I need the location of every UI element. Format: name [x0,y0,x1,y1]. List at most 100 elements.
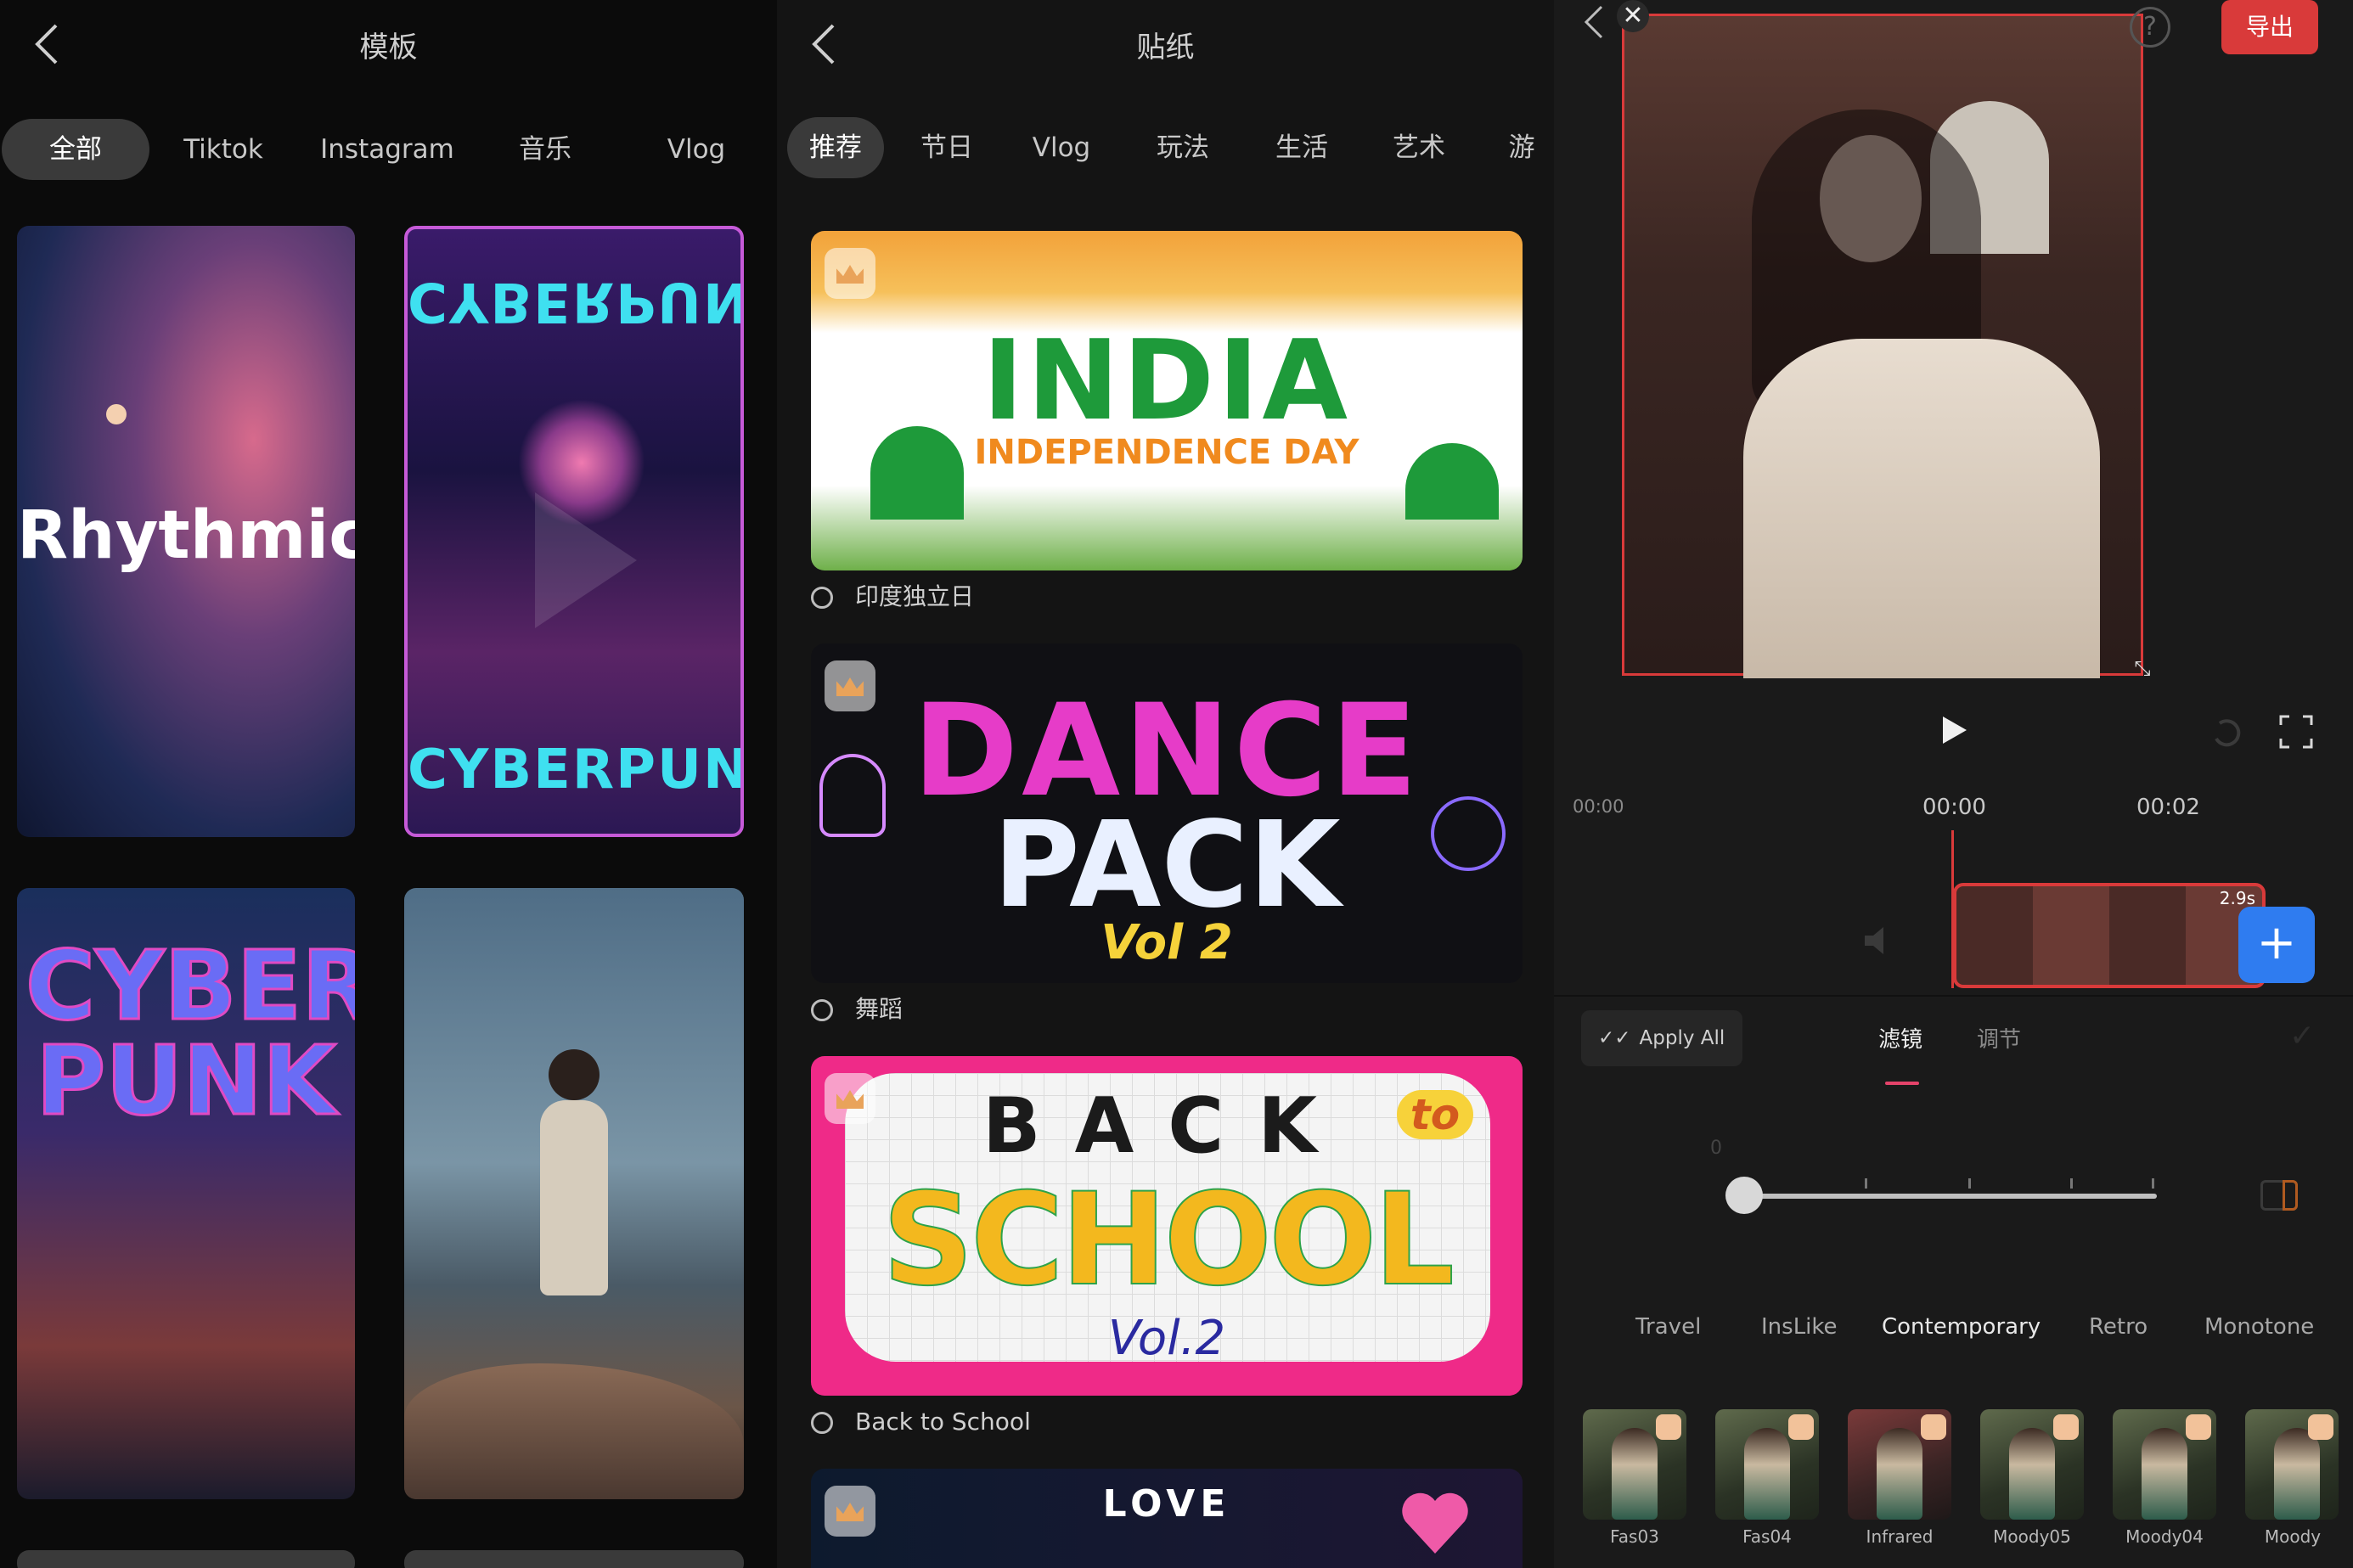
tab-indicator [1885,1082,1919,1085]
sticker-pack-back-to-school[interactable]: BACK to SCHOOL Vol.2 [811,1056,1523,1396]
tab-filters[interactable]: 滤镜 [1878,1022,1922,1054]
template-card-beach[interactable] [404,888,744,1499]
sticker-caption: 舞蹈 [811,988,903,1031]
template-card-rhythmic[interactable]: Rhythmic [17,226,355,837]
sticker-pack-india[interactable]: INDIA INDEPENDENCE DAY [811,231,1523,570]
template-card-title: CYBER PUNK [25,931,356,1137]
sticker-tabs: 推荐 节日 Vlog 玩法 生活 艺术 游 [777,117,1554,178]
filter-label: Fas03 [1610,1526,1659,1547]
compare-icon[interactable] [2260,1180,2298,1211]
back-arrow-icon[interactable] [1581,3,1607,41]
stickers-panel: 贴纸 推荐 节日 Vlog 玩法 生活 艺术 游 INDIA INDEPENDE… [777,0,1554,1568]
person-head [549,1049,600,1100]
tab-games[interactable]: 游 [1500,117,1543,178]
double-check-icon: ✓✓ [1598,1027,1631,1049]
divider [1554,995,2353,997]
sticker-art-subtitle: SCHOOL [881,1166,1455,1315]
tab-art[interactable]: 艺术 [1385,117,1453,178]
sticker-pack-love[interactable]: LOVE [811,1469,1523,1568]
tab-all[interactable]: 全部 [2,119,149,180]
thumb-figure [1612,1428,1658,1520]
filter-thumb-infrared[interactable] [1848,1409,1951,1520]
resize-handle-icon[interactable]: ⤡ [2130,655,2155,681]
play-triangle-icon [535,492,637,628]
video-clip[interactable]: 2.9s [1953,883,2266,988]
rocks [404,1363,744,1499]
filter-thumb-fas04[interactable] [1715,1409,1819,1520]
page-title: 贴纸 [1136,31,1195,65]
template-card-next[interactable] [404,1550,744,1568]
filter-thumb-moody05[interactable] [1980,1409,2084,1520]
video-preview[interactable] [1622,14,2143,678]
tab-gameplay[interactable]: 玩法 [1149,117,1217,178]
tab-instagram[interactable]: Instagram [311,119,464,180]
sticker-art-subtitle: PACK [993,796,1341,935]
editor-panel: ✕ ⤡ ? 导出 00:00 00:00 00:02 2.9s + ✓✓ Appl… [1554,0,2353,1568]
sticker-smile-icon [811,587,833,609]
person-body [540,1100,608,1295]
filter-label: Fas04 [1742,1526,1792,1547]
person-dress [1743,339,2100,678]
filter-thumb-moody[interactable] [2245,1409,2339,1520]
undo-icon[interactable] [2208,713,2245,750]
template-card-next[interactable] [17,1550,355,1568]
sticker-art-volume: Vol.2 [1107,1311,1226,1366]
premium-crown-icon [2186,1414,2211,1440]
tab-holidays[interactable]: 节日 [913,117,981,178]
neon-flower-shape [1431,796,1506,871]
heart-icon [1397,1486,1473,1562]
tab-life[interactable]: 生活 [1268,117,1336,178]
filter-label: Infrared [1866,1526,1934,1547]
tab-vlog[interactable]: Vlog [1023,117,1100,178]
filter-category-inslike[interactable]: InsLike [1761,1314,1838,1340]
template-card-cyberpunk[interactable]: CYBERPUNK CYBERPUNK [404,226,744,837]
tab-adjust[interactable]: 调节 [1977,1022,2021,1054]
template-card-cyber-punk[interactable]: CYBER PUNK [17,888,355,1499]
premium-crown-icon [1788,1414,1814,1440]
dome-shape [870,426,964,520]
thumb-figure [2009,1428,2055,1520]
play-icon[interactable] [1936,713,1970,747]
thumb-figure [2142,1428,2187,1520]
thumb-figure [1744,1428,1790,1520]
tab-tiktok[interactable]: Tiktok [166,119,280,180]
premium-crown-icon [1656,1414,1681,1440]
clip-duration: 2.9s [2219,888,2255,908]
filter-category-monotone[interactable]: Monotone [2204,1314,2314,1340]
sticker-pack-dance[interactable]: DANCE PACK Vol 2 [811,643,1523,983]
compare-icon-half [2283,1180,2298,1211]
intensity-slider-thumb[interactable] [1725,1177,1763,1214]
premium-crown-icon [825,248,875,299]
sticker-caption-text: 印度独立日 [855,582,975,610]
add-clip-button[interactable]: + [2238,907,2315,983]
fullscreen-icon[interactable] [2277,713,2315,750]
volume-icon[interactable] [1860,922,1897,959]
premium-crown-icon [1921,1414,1946,1440]
intensity-slider-track[interactable] [1744,1178,2157,1199]
timeline-start-time: 00:00 [1573,796,1624,817]
confirm-check-icon[interactable]: ✓ [2289,1019,2315,1054]
thumb-figure [2274,1428,2320,1520]
template-card-title-mirrored: CYBERPUNK [408,270,740,333]
sticker-art-volume: Vol 2 [1101,915,1233,970]
premium-crown-icon [2053,1414,2079,1440]
filter-label: Moody04 [2125,1526,2204,1547]
filter-category-travel[interactable]: Travel [1635,1314,1701,1340]
filter-thumb-moody04[interactable] [2113,1409,2216,1520]
apply-all-button[interactable]: ✓✓ Apply All [1581,1010,1742,1066]
filter-category-contemporary[interactable]: Contemporary [1882,1314,2041,1340]
sticker-caption-text: 舞蹈 [855,995,903,1023]
close-icon[interactable]: ✕ [1617,0,1649,32]
filter-category-retro[interactable]: Retro [2089,1314,2148,1340]
tab-vlog[interactable]: Vlog [654,119,739,180]
question-icon[interactable]: ? [2130,7,2170,48]
sticker-art-word: to [1397,1090,1473,1139]
neon-bulb-shape [819,754,886,837]
filter-thumb-fas03[interactable] [1583,1409,1686,1520]
timeline-current-time: 00:00 [1922,795,1986,820]
tab-recommended[interactable]: 推荐 [787,117,884,178]
export-button[interactable]: 导出 [2221,0,2318,54]
tab-music[interactable]: 音乐 [503,119,588,180]
filter-label: Moody05 [1993,1526,2071,1547]
sticker-caption: 印度独立日 [811,576,974,618]
